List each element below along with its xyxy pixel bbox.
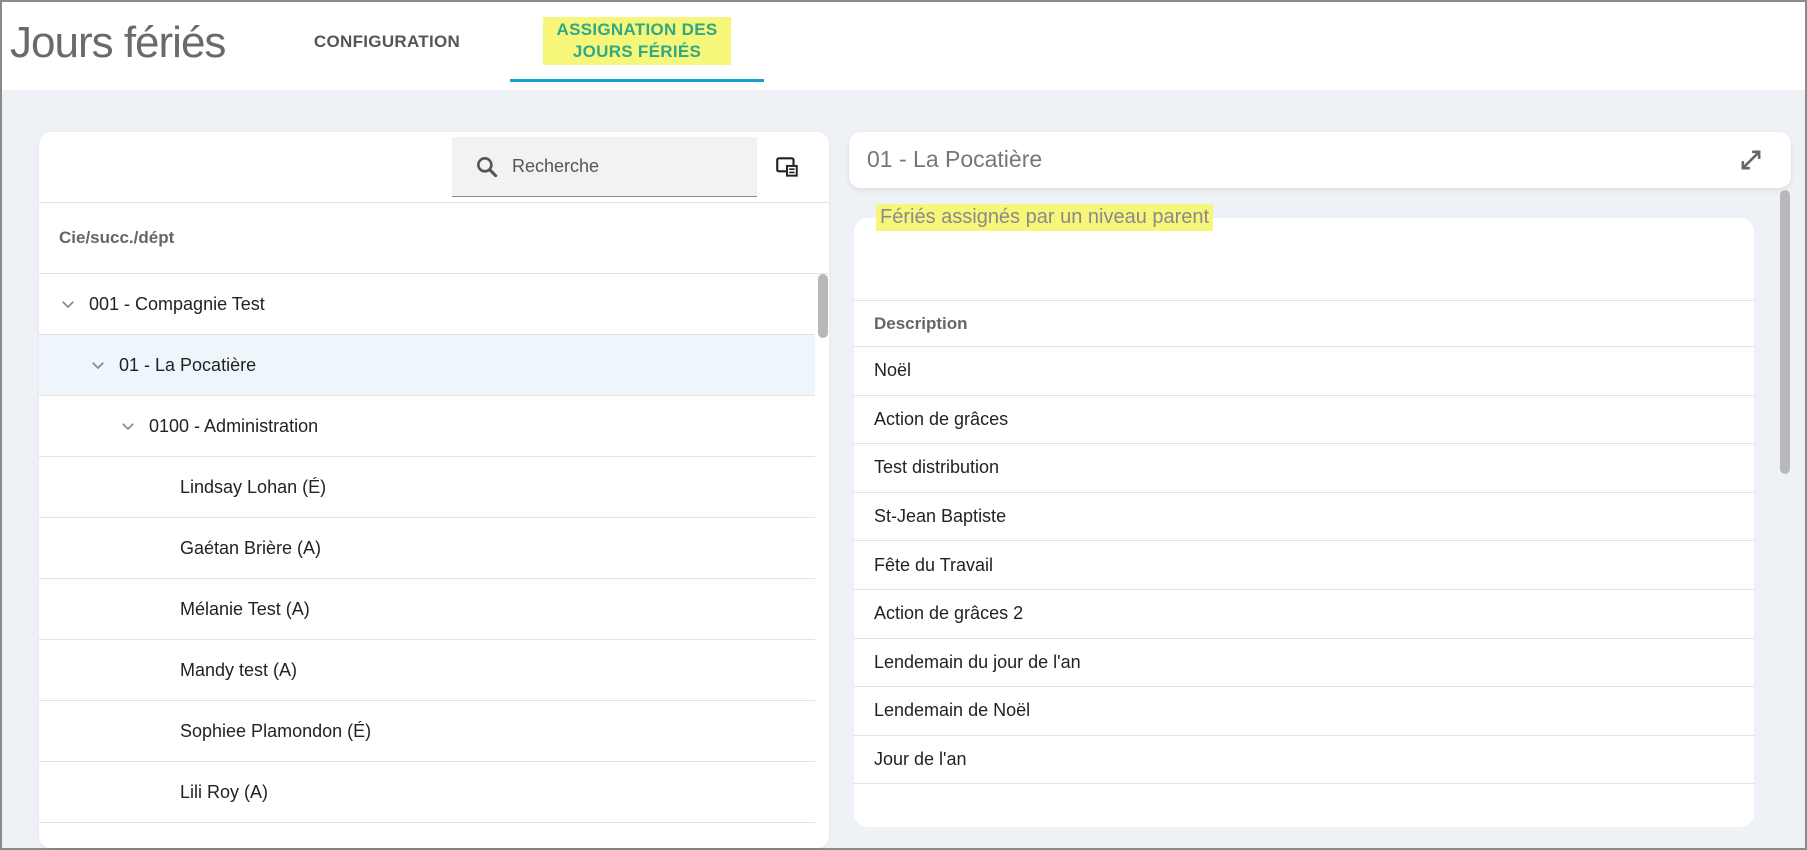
table-row[interactable]: Action de grâces	[854, 396, 1754, 445]
detail-title: 01 - La Pocatière	[867, 146, 1043, 172]
tree-item-employee[interactable]: Lindsay Lohan (É)	[39, 457, 815, 518]
tree-item-employee[interactable]: Mélanie Test (A)	[39, 579, 815, 640]
tree-item-employee[interactable]: Lili Roy (A)	[39, 762, 815, 823]
search-box[interactable]	[452, 137, 757, 197]
tab-assignation[interactable]: ASSIGNATION DES JOURS FÉRIÉS	[510, 2, 764, 82]
tree-item-label: Lili Roy (A)	[180, 781, 269, 802]
section-label: Fériés assignés par un niveau parent	[876, 204, 1214, 231]
tree-view-toggle-icon[interactable]	[774, 154, 800, 180]
search-icon	[477, 156, 498, 177]
tree-item-employee[interactable]: Sophiee Plamondon (É)	[39, 701, 815, 762]
tree-item-label: Gaétan Brière (A)	[180, 537, 322, 558]
tree-item-branch[interactable]: 01 - La Pocatière	[39, 335, 815, 396]
detail-scrollbar-thumb[interactable]	[1780, 190, 1790, 474]
tree-item-company[interactable]: 001 - Compagnie Test	[39, 274, 815, 335]
tree-item-label: 01 - La Pocatière	[119, 354, 257, 375]
tree-item-label: 001 - Compagnie Test	[89, 293, 265, 314]
tab-assignation-label: ASSIGNATION DES JOURS FÉRIÉS	[542, 16, 732, 65]
chevron-down-icon[interactable]	[119, 417, 137, 435]
tree-column-header: Cie/succ./dépt	[39, 202, 829, 274]
holidays-table: Description Noël Action de grâces Test d…	[854, 300, 1754, 785]
table-row[interactable]: Noël	[854, 347, 1754, 396]
tab-configuration[interactable]: CONFIGURATION	[282, 2, 492, 82]
table-row[interactable]: Fête du Travail	[854, 541, 1754, 590]
tree-scrollbar-track[interactable]	[815, 274, 829, 848]
tree-item-department[interactable]: 0100 - Administration	[39, 396, 815, 457]
tree-item-label: Lindsay Lohan (É)	[180, 476, 327, 497]
table-row[interactable]: St-Jean Baptiste	[854, 493, 1754, 542]
table-row[interactable]: Jour de l'an	[854, 736, 1754, 785]
tree-item-label: Mélanie Test (A)	[180, 598, 310, 619]
top-bar: Jours fériés CONFIGURATION ASSIGNATION D…	[2, 2, 1805, 90]
tree-item-label: Mandy test (A)	[180, 659, 298, 680]
table-header-description[interactable]: Description	[854, 301, 1754, 347]
chevron-down-icon[interactable]	[59, 295, 77, 313]
table-row[interactable]: Lendemain du jour de l'an	[854, 639, 1754, 688]
table-row[interactable]: Lendemain de Noël	[854, 687, 1754, 736]
tree-item-employee[interactable]: Gaétan Brière (A)	[39, 518, 815, 579]
table-row[interactable]: Test distribution	[854, 444, 1754, 493]
tree-item-employee[interactable]: Mandy test (A)	[39, 640, 815, 701]
page-title: Jours fériés	[10, 18, 226, 67]
expand-icon[interactable]	[1737, 146, 1765, 174]
org-tree-panel: Cie/succ./dépt 001 - Compagnie Test 01 -…	[39, 132, 829, 848]
detail-header: 01 - La Pocatière	[849, 132, 1791, 188]
tree-item-label: 0100 - Administration	[149, 415, 319, 436]
search-input[interactable]	[512, 156, 732, 177]
tree-scrollbar-thumb[interactable]	[818, 274, 828, 338]
tree-item-label: Sophiee Plamondon (É)	[180, 720, 372, 741]
tab-configuration-label: CONFIGURATION	[313, 32, 461, 51]
org-tree: 001 - Compagnie Test 01 - La Pocatière 0…	[39, 274, 815, 823]
table-row[interactable]: Action de grâces 2	[854, 590, 1754, 639]
chevron-down-icon[interactable]	[89, 356, 107, 374]
